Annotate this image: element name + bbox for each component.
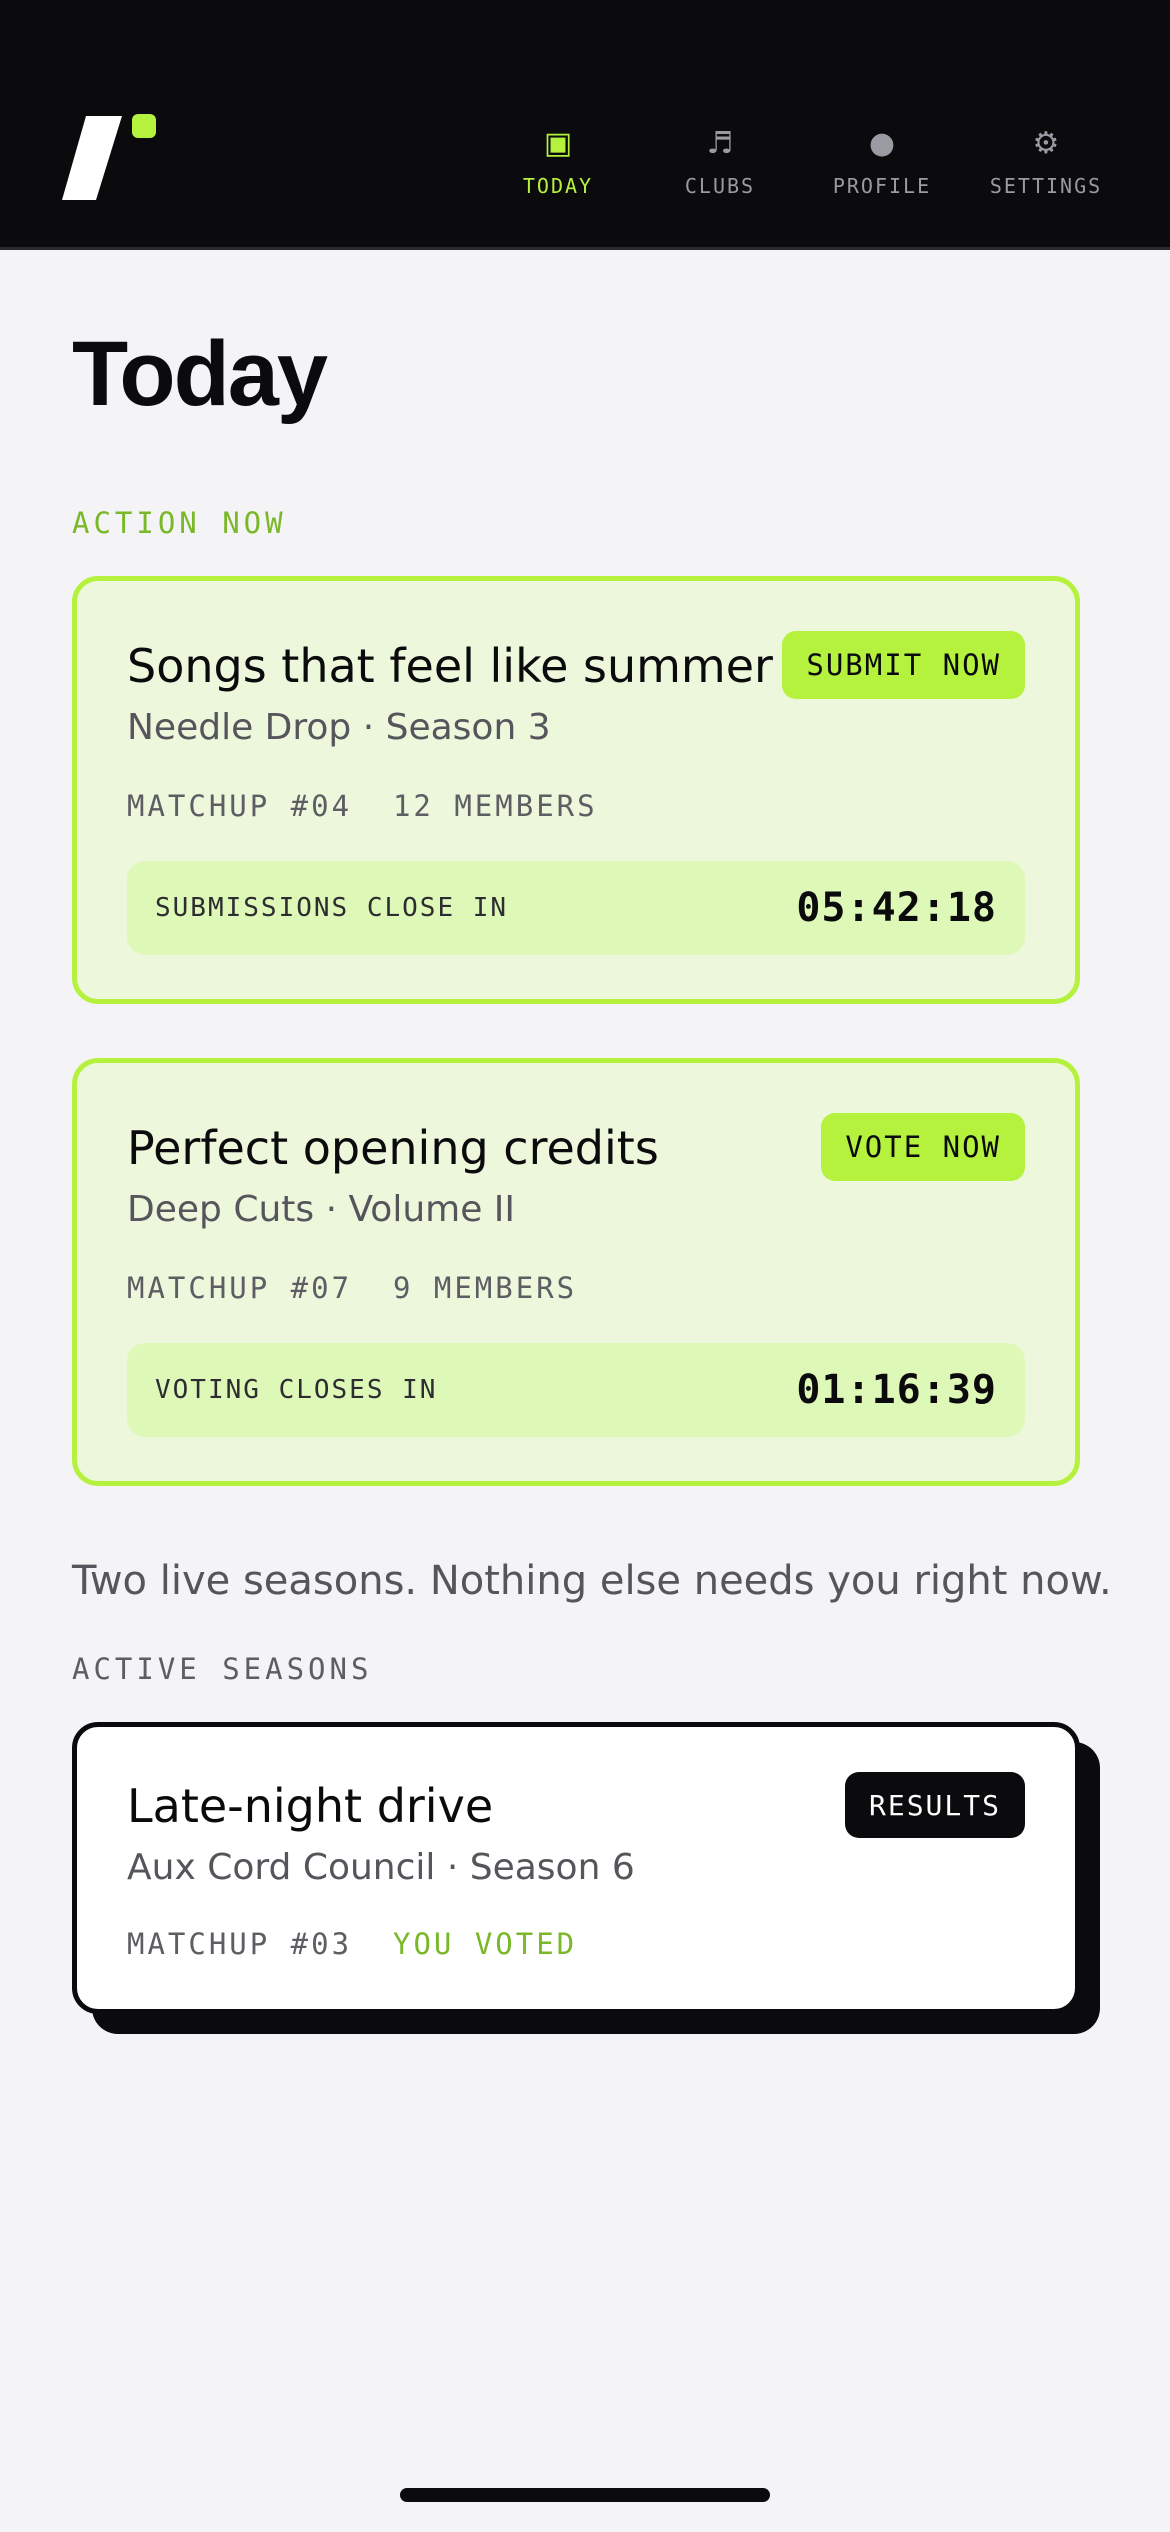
music-note-icon: ♬ [706,126,734,161]
countdown-panel: SUBMISSIONS CLOSE IN 05:42:18 [127,861,1025,955]
season-card[interactable]: Late-night drive Aux Cord Council · Seas… [72,1722,1080,2014]
countdown-panel: VOTING CLOSES IN 01:16:39 [127,1343,1025,1437]
nav-tab-clubs[interactable]: ♬ CLUBS [640,122,800,199]
card-title: Songs that feel like summer [127,639,773,693]
nav-tab-profile[interactable]: ● PROFILE [802,122,962,199]
top-nav-bar: ▣ TODAY ♬ CLUBS ● PROFILE ⚙ SETTINGS [0,0,1170,250]
profile-dot-icon: ● [868,126,896,161]
home-indicator[interactable] [400,2488,770,2502]
status-message: Two live seasons. Nothing else needs you… [72,1558,1112,1604]
voted-status: YOU VOTED [392,1927,578,1961]
nav-tab-label: CLUBS [684,174,756,198]
page-title: Today [72,323,328,425]
countdown-timer: 01:16:39 [796,1367,997,1413]
card-title: Perfect opening credits [127,1121,659,1175]
vote-now-button[interactable]: VOTE NOW [821,1113,1025,1181]
countdown-label: VOTING CLOSES IN [155,1375,438,1405]
card-subtitle: Needle Drop · Season 3 [127,707,551,748]
card-meta: MATCHUP #03 YOU VOTED [127,1927,577,1961]
nav-tab-label: TODAY [522,174,594,198]
card-subtitle: Aux Cord Council · Season 6 [127,1847,635,1888]
results-button[interactable]: RESULTS [844,1772,1025,1838]
action-card-submit[interactable]: Songs that feel like summer Needle Drop … [72,576,1080,1004]
countdown-label: SUBMISSIONS CLOSE IN [155,893,509,923]
countdown-timer: 05:42:18 [796,885,997,931]
card-subtitle: Deep Cuts · Volume II [127,1189,516,1230]
app-logo[interactable] [62,112,172,204]
submit-now-button[interactable]: SUBMIT NOW [782,631,1025,699]
today-icon: ▣ [543,126,573,161]
card-meta: MATCHUP #04 12 MEMBERS [127,789,598,823]
section-label-action-now: ACTION NOW [72,506,287,540]
nav-tab-label: SETTINGS [989,174,1103,198]
matchup-label: MATCHUP #03 [127,1927,353,1961]
section-label-active-seasons: ACTIVE SEASONS [72,1652,373,1686]
nav-tab-today[interactable]: ▣ TODAY [478,122,638,199]
action-card-vote[interactable]: Perfect opening credits Deep Cuts · Volu… [72,1058,1080,1486]
card-title: Late-night drive [127,1779,494,1833]
nav-tab-label: PROFILE [832,174,932,198]
card-meta: MATCHUP #07 9 MEMBERS [127,1271,578,1305]
gear-icon: ⚙ [1032,126,1060,161]
nav-tab-settings[interactable]: ⚙ SETTINGS [966,122,1126,199]
